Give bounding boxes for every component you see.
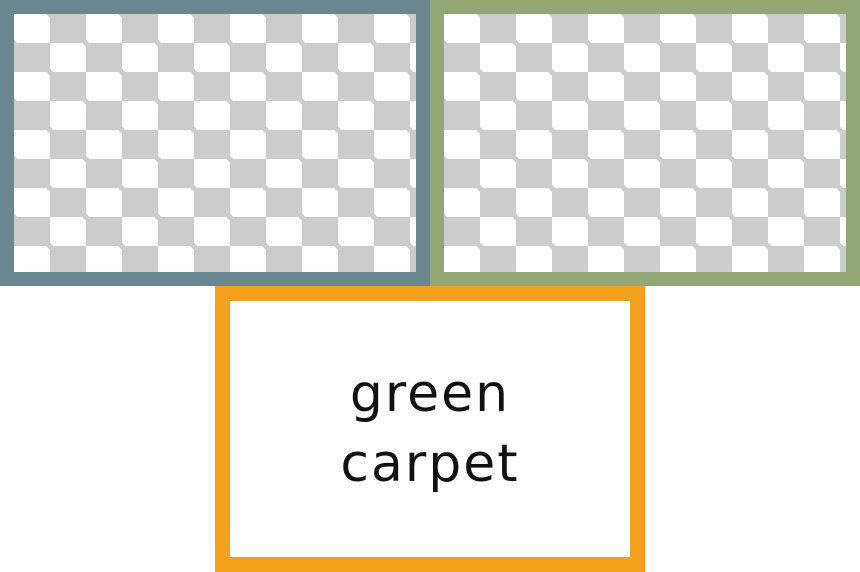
right-image-tile[interactable] — [430, 0, 860, 286]
word-line-1: green — [349, 364, 511, 424]
word-line-2: carpet — [340, 434, 520, 494]
left-image-tile[interactable] — [0, 0, 430, 286]
word-card[interactable]: green carpet — [215, 286, 645, 572]
